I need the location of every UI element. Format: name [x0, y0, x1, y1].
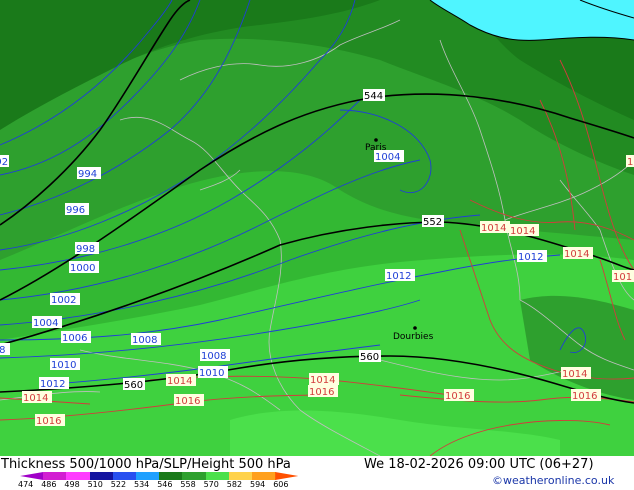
slp-label: 1012 [518, 252, 543, 263]
slp-label: 994 [78, 169, 97, 180]
colorbar-label: 510 [87, 480, 103, 489]
slp-label: 1014 [562, 369, 587, 380]
slp-label: 1004 [375, 152, 400, 163]
slp-label: 1000 [70, 263, 95, 274]
slp-label: 1010 [199, 368, 224, 379]
colorbar-labels: 474 486 498 510 522 534 546 558 570 582 594 606 [18, 480, 320, 490]
slp-label: 1002 [51, 295, 76, 306]
slp-label: 1014 [481, 223, 506, 234]
colorbar-label: 498 [64, 480, 80, 489]
colorbar-label: 606 [273, 480, 289, 489]
colorbar-swatch [89, 472, 114, 480]
thickness-label: 560 [360, 352, 379, 363]
map-title: Thickness 500/1000 hPa/SLP/Height 500 hP… [1, 457, 291, 472]
slp-label: 1012 [386, 271, 411, 282]
colorbar-label: 486 [41, 480, 57, 489]
colorbar-label: 558 [180, 480, 196, 489]
credit-link[interactable]: ©weatheronline.co.uk [492, 474, 614, 487]
colorbar-label: 582 [226, 480, 243, 489]
slp-label: 1014 [310, 375, 335, 386]
weather-map: Paris Dourbies 544 552 560 560 992 994 9… [0, 0, 634, 456]
city-marker-paris [374, 138, 378, 142]
slp-label: 996 [66, 205, 85, 216]
footer: Thickness 500/1000 hPa/SLP/Height 500 hP… [0, 456, 634, 490]
thickness-label: 552 [423, 217, 442, 228]
colorbar-swatch [275, 472, 299, 480]
slp-label: 1016 [572, 391, 597, 402]
slp-label: 1006 [62, 333, 87, 344]
colorbar-swatch [66, 472, 91, 480]
colorbar-swatch [182, 472, 207, 480]
colorbar-label: 534 [134, 480, 150, 489]
slp-label: 1014 [167, 376, 192, 387]
map-datetime: We 18-02-2026 09:00 UTC (06+27) [364, 457, 594, 472]
slp-label: 992 [0, 157, 8, 168]
slp-label: 1016 [175, 396, 200, 407]
slp-label: 998 [76, 244, 95, 255]
slp-label: 1016 [36, 416, 61, 427]
slp-label: 1014 [510, 226, 535, 237]
slp-label: 1008 [0, 345, 5, 356]
colorbar-swatch [205, 472, 230, 480]
colorbar-swatch [20, 472, 44, 480]
slp-label: 1012 [40, 379, 65, 390]
slp-label: 1004 [33, 318, 58, 329]
slp-label: 1014 [23, 393, 48, 404]
colorbar-label: 474 [18, 480, 34, 489]
colorbar-swatch [136, 472, 160, 480]
slp-label: 1016 [445, 391, 470, 402]
colorbar-swatch [252, 472, 276, 480]
colorbar [20, 472, 310, 480]
slp-label: 1016 [309, 387, 334, 398]
slp-label: 101 [613, 272, 632, 283]
colorbar-label: 570 [203, 480, 219, 489]
city-marker-dourbies [413, 326, 417, 330]
thickness-label: 544 [364, 91, 383, 102]
colorbar-label: 522 [110, 480, 127, 489]
colorbar-label: 594 [250, 480, 266, 489]
colorbar-label: 546 [157, 480, 173, 489]
colorbar-swatch [159, 472, 183, 480]
colorbar-swatch [228, 472, 253, 480]
thickness-label: 560 [124, 380, 143, 391]
colorbar-swatch [112, 472, 137, 480]
slp-label: 1014 [564, 249, 589, 260]
city-label-dourbies: Dourbies [393, 332, 434, 342]
slp-label: 1010 [51, 360, 76, 371]
slp-label: 1008 [201, 351, 226, 362]
colorbar-swatch [43, 472, 67, 480]
slp-label: 1016 [627, 157, 634, 168]
slp-label: 1008 [132, 335, 157, 346]
